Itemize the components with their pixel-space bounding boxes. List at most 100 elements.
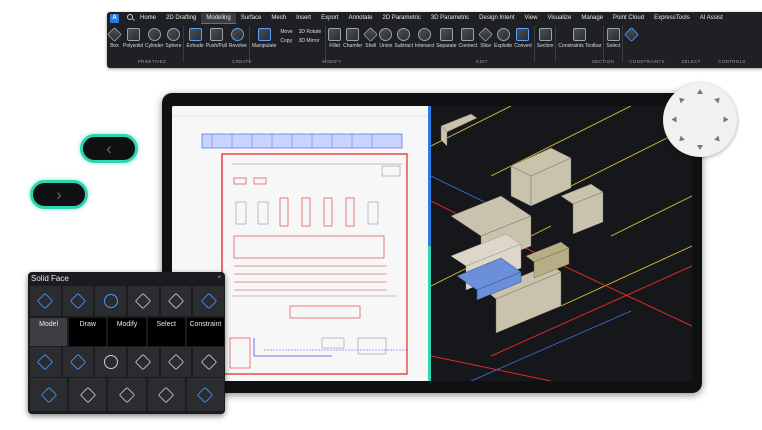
- intersect-button[interactable]: Intersect: [414, 26, 435, 49]
- dial-arrow-up-icon[interactable]: [697, 89, 703, 94]
- plane-button[interactable]: [30, 378, 68, 411]
- dial-arrow-down-icon[interactable]: [697, 145, 703, 150]
- pattern-button[interactable]: [186, 378, 225, 411]
- group-separator: [183, 26, 185, 62]
- slice-icon: [478, 27, 493, 42]
- tab-ai-assist[interactable]: AI Assist: [695, 13, 728, 24]
- tab-modify[interactable]: Modify: [108, 318, 146, 346]
- taper-face-icon: [135, 292, 152, 310]
- polysolid-button[interactable]: Polysolid: [122, 26, 144, 49]
- extrude-face-button[interactable]: [160, 286, 192, 316]
- navigation-dial[interactable]: [663, 83, 737, 157]
- pushpull-button[interactable]: Push/Pull: [205, 26, 228, 49]
- rotate-face-button[interactable]: [95, 286, 127, 316]
- explode-button[interactable]: Explode: [493, 26, 513, 49]
- dial-arrow-down-right-icon[interactable]: [714, 135, 722, 144]
- move-button[interactable]: Move: [280, 29, 292, 35]
- move-button[interactable]: [30, 347, 61, 377]
- fillet-button[interactable]: Fillet: [327, 26, 342, 49]
- connect-button[interactable]: Connect: [458, 26, 479, 49]
- chamfer-button[interactable]: Chamfer: [342, 26, 363, 49]
- separate-button[interactable]: Separate: [435, 26, 457, 49]
- group-label-constraints: CONSTRAINTS: [629, 59, 665, 64]
- group-label-section: SECTION: [591, 59, 615, 64]
- ucs-button[interactable]: [69, 378, 107, 411]
- union-button[interactable]: Union: [378, 26, 393, 49]
- taper-face-button[interactable]: [128, 286, 159, 316]
- tab-view[interactable]: View: [520, 13, 543, 24]
- section-button[interactable]: Section: [536, 26, 555, 49]
- rotate3d-button[interactable]: 3D Rotate: [299, 29, 322, 35]
- delete-face-button[interactable]: [193, 286, 225, 316]
- sphere-icon: [166, 28, 180, 41]
- tab-design-intent[interactable]: Design Intent: [474, 13, 519, 24]
- panel-tab-row: Model Draw Modify Select Constraint: [30, 318, 225, 346]
- tab-point-cloud[interactable]: Point Cloud: [608, 13, 649, 24]
- t-shape-button[interactable]: [147, 378, 185, 411]
- offset-face-icon: [69, 292, 87, 310]
- controls-button[interactable]: [624, 26, 640, 43]
- group-separator: [248, 26, 250, 62]
- offset-face-button[interactable]: [62, 286, 94, 316]
- group-label-select: SELECT: [681, 59, 701, 64]
- tool-grid-row: [30, 347, 225, 377]
- slice-button[interactable]: Slice: [478, 26, 493, 49]
- rotate-button[interactable]: [95, 347, 127, 377]
- box-button[interactable]: [128, 347, 159, 377]
- copy-button[interactable]: Copy: [280, 38, 292, 44]
- tab-2d-parametric[interactable]: 2D Parametric: [377, 13, 425, 24]
- tab-mesh[interactable]: Mesh: [266, 13, 291, 24]
- dial-arrow-up-right-icon[interactable]: [714, 95, 722, 104]
- app-menu-button[interactable]: A: [110, 13, 119, 23]
- tab-3d-parametric[interactable]: 3D Parametric: [426, 13, 474, 24]
- revolve-button[interactable]: Revolve: [228, 26, 248, 49]
- shell-button[interactable]: Shell: [363, 26, 379, 49]
- group-label-primitives: PRIMITIVES: [137, 59, 167, 64]
- tab-expresstools[interactable]: ExpressTools: [649, 13, 695, 24]
- search-icon[interactable]: [125, 13, 135, 23]
- 3d-model-pane[interactable]: [430, 106, 692, 381]
- tab-visualize[interactable]: Visualize: [542, 13, 576, 24]
- next-button[interactable]: ›: [30, 180, 88, 209]
- constraints-toolbar-button[interactable]: Constraints Toolbar: [557, 26, 602, 49]
- cylinder-button[interactable]: Cylinder: [144, 26, 164, 49]
- tab-manage[interactable]: Manage: [576, 13, 608, 24]
- tab-export[interactable]: Export: [316, 13, 343, 24]
- sphere-button[interactable]: Sphere: [164, 26, 182, 49]
- chevron-left-icon: ‹: [106, 139, 112, 158]
- solid-face-panel: Solid Face × Model Draw Modify Select Co…: [28, 272, 225, 414]
- tab-modeling[interactable]: Modeling: [201, 12, 236, 24]
- tab-2d-drafting[interactable]: 2D Drafting: [161, 13, 201, 24]
- tab-surface[interactable]: Surface: [236, 13, 267, 24]
- stretch-button[interactable]: [62, 347, 94, 377]
- tab-select[interactable]: Select: [147, 318, 185, 346]
- tab-model[interactable]: Model: [30, 318, 68, 346]
- tablet-device: [162, 93, 702, 393]
- previous-button[interactable]: ‹: [80, 134, 138, 163]
- select-icon: [606, 28, 620, 41]
- box-button[interactable]: Box: [107, 26, 122, 49]
- l-shape-button[interactable]: [108, 378, 146, 411]
- tab-constraint[interactable]: Constraint: [186, 318, 225, 346]
- tab-draw[interactable]: Draw: [69, 318, 107, 346]
- dial-arrow-up-left-icon[interactable]: [677, 95, 685, 104]
- dial-arrow-down-left-icon[interactable]: [677, 135, 685, 144]
- tab-annotate[interactable]: Annotate: [343, 13, 377, 24]
- close-icon[interactable]: ×: [217, 275, 221, 281]
- dial-arrow-right-icon[interactable]: [723, 116, 729, 123]
- select-button[interactable]: Select: [605, 26, 621, 49]
- tab-insert[interactable]: Insert: [291, 13, 316, 24]
- subtract-button[interactable]: Subtract: [393, 26, 414, 49]
- convert-button[interactable]: Convert: [513, 26, 533, 49]
- extrude-button[interactable]: Extrude: [185, 26, 204, 49]
- mirror3d-button[interactable]: 3D Mirror: [299, 38, 322, 44]
- ribbon-group-labels: PRIMITIVES CREATE MODIFY EDIT SECTION CO…: [107, 59, 762, 66]
- shell-button[interactable]: [160, 347, 192, 377]
- move-face-button[interactable]: [30, 286, 61, 316]
- shell-icon: [167, 353, 185, 371]
- face-button[interactable]: [193, 347, 225, 377]
- intersect-icon: [418, 28, 432, 41]
- tab-home[interactable]: Home: [135, 13, 161, 24]
- manipulate-button[interactable]: Manipulate: [251, 26, 277, 49]
- dial-arrow-left-icon[interactable]: [671, 116, 677, 123]
